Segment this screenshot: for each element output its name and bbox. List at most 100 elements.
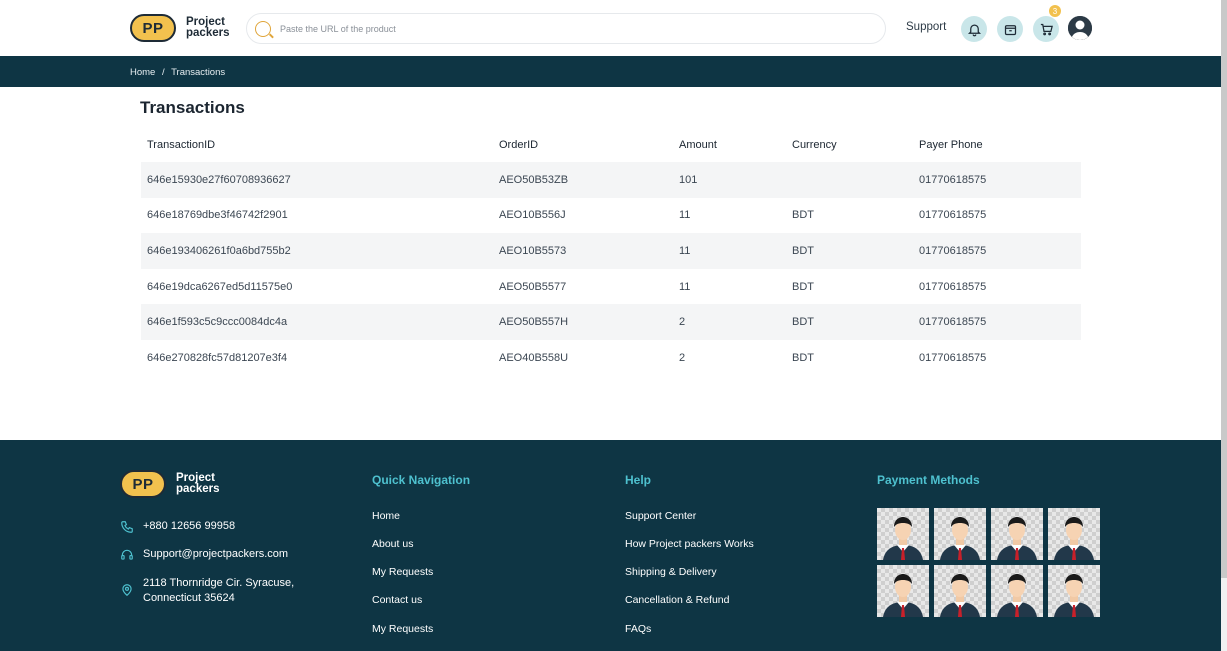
cart-icon bbox=[1040, 23, 1053, 35]
table-row: 646e193406261f0a6bd755b2 AEO10B5573 11 B… bbox=[141, 233, 1081, 269]
user-icon bbox=[1068, 16, 1092, 40]
person-avatar-icon bbox=[997, 517, 1037, 560]
payer-phone-cell: 01770618575 bbox=[919, 209, 987, 222]
person-avatar-icon bbox=[883, 574, 923, 617]
payment-method-logo bbox=[1048, 508, 1100, 560]
transaction-id-cell: 646e270828fc57d81207e3f4 bbox=[147, 351, 288, 364]
footer-link-how-it-works[interactable]: How Project packers Works bbox=[625, 538, 754, 550]
person-avatar-icon bbox=[940, 517, 980, 560]
amount-cell: 11 bbox=[679, 209, 691, 222]
footer-logo-badge: PP bbox=[120, 470, 166, 498]
breadcrumb-current: Transactions bbox=[171, 67, 226, 78]
footer-link-cancellation-refund[interactable]: Cancellation & Refund bbox=[625, 594, 729, 606]
footer-email[interactable]: Support@projectpackers.com bbox=[120, 548, 288, 562]
scrollbar-thumb[interactable] bbox=[1221, 0, 1227, 578]
payment-method-logo bbox=[877, 508, 929, 560]
order-id-cell: AEO10B556J bbox=[499, 209, 566, 222]
amount-cell: 101 bbox=[679, 173, 698, 186]
footer-phone[interactable]: +880 12656 99958 bbox=[120, 520, 235, 534]
person-avatar-icon bbox=[997, 574, 1037, 617]
order-id-cell: AEO50B557H bbox=[499, 316, 569, 329]
footer-phone-text: +880 12656 99958 bbox=[143, 520, 236, 532]
support-link[interactable]: Support bbox=[906, 21, 946, 33]
column-header-transaction-id: TransactionID bbox=[147, 139, 216, 151]
currency-cell: BDT bbox=[792, 209, 814, 222]
currency-cell: BDT bbox=[792, 244, 814, 257]
product-url-search[interactable] bbox=[246, 13, 886, 44]
footer-logo[interactable]: PP Project packers bbox=[120, 470, 219, 498]
table-row: 646e18769dbe3f46742f2901 AEO10B556J 11 B… bbox=[141, 198, 1081, 234]
payment-method-logo bbox=[934, 565, 986, 617]
table-row: 646e19dca6267ed5d11575e0 AEO50B5577 11 B… bbox=[141, 269, 1081, 305]
footer-address: 2118 Thornridge Cir. Syracuse, Connectic… bbox=[120, 576, 294, 606]
footer-link-my-requests[interactable]: My Requests bbox=[372, 566, 433, 578]
search-input[interactable] bbox=[280, 23, 860, 34]
footer-address-line-2: Connecticut 35624 bbox=[143, 592, 235, 604]
column-header-currency: Currency bbox=[792, 139, 837, 151]
page-scrollbar[interactable] bbox=[1221, 0, 1227, 651]
order-id-cell: AEO10B5573 bbox=[499, 244, 567, 257]
footer-logo-line-2: packers bbox=[176, 483, 220, 495]
logo-line-2: packers bbox=[186, 27, 230, 39]
phone-icon bbox=[121, 521, 133, 533]
payer-phone-cell: 01770618575 bbox=[919, 244, 987, 257]
bell-icon bbox=[967, 24, 981, 36]
currency-cell: BDT bbox=[792, 316, 814, 329]
order-id-cell: AEO50B53ZB bbox=[499, 173, 569, 186]
footer-link-contact-us[interactable]: Contact us bbox=[372, 594, 422, 606]
column-header-amount: Amount bbox=[679, 139, 717, 151]
box-icon bbox=[1004, 24, 1016, 35]
payment-method-logo bbox=[991, 508, 1043, 560]
column-header-payer-phone: Payer Phone bbox=[919, 139, 983, 151]
footer-link-shipping-delivery[interactable]: Shipping & Delivery bbox=[625, 566, 717, 578]
footer-link-my-requests-2[interactable]: My Requests bbox=[372, 623, 433, 635]
currency-cell: BDT bbox=[792, 280, 814, 293]
table-row: 646e15930e27f60708936627 AEO50B53ZB 101 … bbox=[141, 162, 1081, 198]
table-header-row: TransactionID OrderID Amount Currency Pa… bbox=[141, 128, 1081, 162]
payer-phone-cell: 01770618575 bbox=[919, 351, 987, 364]
order-id-cell: AEO40B558U bbox=[499, 351, 569, 364]
payment-method-logo bbox=[991, 565, 1043, 617]
footer-link-support-center[interactable]: Support Center bbox=[625, 510, 696, 522]
help-title: Help bbox=[625, 473, 652, 487]
cart-count-badge: 3 bbox=[1049, 5, 1061, 17]
column-header-order-id: OrderID bbox=[499, 139, 539, 151]
footer-logo-wordmark: Project packers bbox=[176, 472, 220, 495]
site-footer: PP Project packers +880 12656 99958 Supp… bbox=[0, 440, 1221, 651]
breadcrumb-separator: / bbox=[161, 67, 165, 78]
orders-button[interactable] bbox=[997, 16, 1023, 42]
amount-cell: 11 bbox=[679, 280, 691, 293]
person-avatar-icon bbox=[1054, 517, 1094, 560]
breadcrumb-bar: Home / Transactions bbox=[0, 56, 1221, 87]
notification-button[interactable] bbox=[961, 16, 987, 42]
footer-link-home[interactable]: Home bbox=[372, 510, 400, 522]
payment-method-logo bbox=[1048, 565, 1100, 617]
transaction-id-cell: 646e15930e27f60708936627 bbox=[147, 173, 291, 186]
payer-phone-cell: 01770618575 bbox=[919, 173, 987, 186]
footer-link-about-us[interactable]: About us bbox=[372, 538, 413, 550]
currency-cell: BDT bbox=[792, 351, 814, 364]
quick-navigation-title: Quick Navigation bbox=[372, 473, 471, 487]
transaction-id-cell: 646e1f593c5c9ccc0084dc4a bbox=[147, 316, 288, 329]
payment-method-logo bbox=[877, 565, 929, 617]
transaction-id-cell: 646e18769dbe3f46742f2901 bbox=[147, 209, 288, 222]
breadcrumb: Home / Transactions bbox=[130, 67, 229, 78]
location-pin-icon bbox=[122, 584, 132, 597]
top-header: PP Project packers Support 3 bbox=[0, 0, 1221, 56]
page-title: Transactions bbox=[140, 98, 245, 117]
footer-link-faqs[interactable]: FAQs bbox=[625, 623, 651, 635]
table-row: 646e270828fc57d81207e3f4 AEO40B558U 2 BD… bbox=[141, 340, 1081, 376]
headset-icon bbox=[121, 549, 133, 560]
transaction-id-cell: 646e193406261f0a6bd755b2 bbox=[147, 244, 291, 257]
user-avatar[interactable] bbox=[1068, 16, 1092, 40]
payer-phone-cell: 01770618575 bbox=[919, 316, 987, 329]
payment-methods-grid bbox=[877, 508, 1103, 617]
cart-button[interactable] bbox=[1033, 16, 1059, 42]
breadcrumb-home[interactable]: Home bbox=[130, 67, 155, 78]
brand-logo[interactable]: PP Project packers bbox=[130, 14, 229, 42]
search-icon bbox=[255, 20, 271, 37]
logo-wordmark: Project packers bbox=[186, 16, 230, 39]
footer-email-text: Support@projectpackers.com bbox=[143, 548, 289, 560]
person-avatar-icon bbox=[940, 574, 980, 617]
table-row: 646e1f593c5c9ccc0084dc4a AEO50B557H 2 BD… bbox=[141, 304, 1081, 340]
